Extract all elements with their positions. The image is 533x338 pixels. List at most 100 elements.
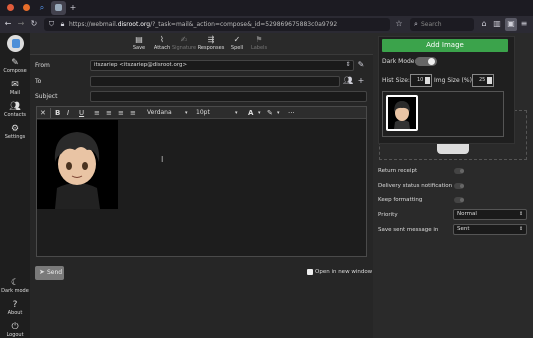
back-icon[interactable]: ← [3, 19, 13, 29]
priority-label: Priority [378, 212, 398, 218]
dark-mode-toggle[interactable] [415, 57, 437, 66]
labels-button[interactable]: ⚑ Labels [246, 35, 272, 51]
sidebar-item-settings[interactable]: ⚙ Settings [0, 124, 30, 140]
gear-icon: ⚙ [10, 124, 20, 134]
labels-label: Labels [250, 45, 268, 51]
align-center-icon[interactable]: ≡ [106, 107, 112, 119]
app-logo[interactable] [7, 35, 24, 52]
sidebar-item-contacts[interactable]: 👥︎ Contacts [0, 102, 30, 118]
sidebar-item-logout[interactable]: ⏻ Logout [0, 322, 30, 338]
priority-select[interactable]: Normal [453, 209, 527, 220]
spinner-icon[interactable] [425, 77, 430, 84]
disroot-favicon-icon [55, 4, 62, 11]
avatar-illustration [37, 120, 118, 209]
tab-favicon-icon [7, 4, 14, 11]
contacts-icon: 👥︎ [9, 102, 21, 112]
edit-identity-icon[interactable]: ✎ [356, 60, 366, 70]
chevron-down-icon: ▾ [235, 110, 238, 116]
bookmark-star-icon[interactable]: ☆ [394, 19, 404, 29]
sidebar-item-label: About [7, 310, 23, 316]
lock-icon[interactable]: 🔒︎ [58, 19, 67, 29]
to-input[interactable] [90, 76, 340, 87]
delivery-status-label: Delivery status notification [378, 183, 453, 189]
sidebar-item-mail[interactable]: ✉ Mail [0, 80, 30, 96]
close-editor-icon[interactable]: ✕ [40, 107, 46, 119]
new-tab-icon[interactable]: + [68, 3, 78, 13]
keep-formatting-label: Keep formatting [378, 197, 423, 203]
responses-icon: ⇶ [207, 35, 215, 44]
italic-icon[interactable]: I [67, 107, 69, 119]
chevron-down-icon: ▾ [277, 110, 280, 116]
shield-icon[interactable]: ⛉ [47, 19, 56, 29]
align-left-icon[interactable]: ≡ [94, 107, 100, 119]
text-color-icon[interactable]: A [248, 107, 253, 119]
pocket-icon[interactable]: ⌂ [479, 19, 489, 29]
save-label: Save [132, 45, 146, 51]
underline-icon[interactable]: U [79, 107, 84, 119]
subject-label: Subject [35, 93, 58, 100]
subject-input[interactable] [90, 91, 367, 102]
save-sent-select[interactable]: Sent [453, 224, 527, 235]
text-cursor-icon: I [161, 155, 164, 164]
more-icon[interactable]: ··· [288, 107, 295, 119]
browser-tab[interactable] [3, 1, 18, 15]
forward-icon[interactable]: → [16, 19, 26, 29]
url-text: https://webmail.disroot.org/?_task=mail&… [69, 21, 338, 28]
keep-formatting-toggle[interactable] [454, 197, 464, 203]
open-new-window-label: Open in new window [315, 269, 373, 275]
highlight-icon[interactable]: ✎ [267, 107, 273, 119]
spell-label: Spell [230, 45, 244, 51]
extension-icon: ▣ [507, 19, 515, 28]
chevron-down-icon: ▾ [185, 110, 188, 116]
browser-tab-active[interactable] [51, 1, 66, 15]
history-thumbnail[interactable] [386, 95, 418, 131]
extension-button[interactable]: ▣ [505, 18, 517, 31]
return-receipt-toggle[interactable] [454, 168, 464, 174]
envelope-icon: ✉ [11, 80, 19, 90]
hist-size-label: Hist Size: [382, 77, 410, 84]
responses-label: Responses [197, 45, 225, 51]
sidebar-item-compose[interactable]: ✎ Compose [0, 58, 30, 74]
pencil-icon: ✎ [11, 58, 19, 68]
power-icon: ⏻ [11, 322, 19, 332]
send-icon: ➤ [39, 268, 45, 276]
signature-button[interactable]: ✍ Signature [171, 35, 197, 51]
sidebar-item-label: Compose [3, 68, 27, 74]
signature-icon: ✍ [180, 35, 188, 44]
question-icon: ? [12, 300, 18, 310]
bold-icon[interactable]: B [55, 107, 60, 119]
sidebar-item-about[interactable]: ? About [0, 300, 30, 316]
inserted-image[interactable] [37, 120, 118, 209]
browser-tab[interactable]: ⌕ [35, 1, 50, 15]
to-label: To [35, 78, 42, 85]
toggle-knob [428, 58, 435, 65]
open-new-window-checkbox[interactable] [307, 269, 313, 275]
save-sent-label: Save sent message in [378, 227, 439, 233]
spinner-icon[interactable] [487, 77, 492, 84]
logo-icon [12, 39, 20, 48]
attach-label: Attach [153, 45, 171, 51]
search-icon: ⌕ [414, 20, 418, 28]
sidebar-item-label: Settings [4, 134, 26, 140]
select-arrows-icon: ⇕ [519, 226, 524, 232]
sidebar-toggle-icon[interactable]: ▥ [492, 19, 502, 29]
responses-button[interactable]: ⇶ Responses [197, 35, 225, 51]
chevron-down-icon: ▾ [258, 110, 261, 116]
thumbnail-avatar [388, 97, 416, 129]
from-label: From [35, 62, 50, 69]
menu-icon[interactable]: ≡ [519, 19, 529, 29]
sidebar-item-label: Contacts [3, 112, 27, 118]
address-book-icon[interactable]: 👥︎ [343, 76, 353, 86]
font-size-select[interactable]: 10pt [196, 107, 210, 119]
reload-icon[interactable]: ↻ [29, 19, 39, 29]
browser-tab[interactable] [19, 1, 34, 15]
sidebar-item-dark-mode[interactable]: ☾ Dark mode [0, 278, 30, 294]
sidebar-item-label: Dark mode [1, 288, 29, 294]
align-justify-icon[interactable]: ≡ [130, 107, 136, 119]
delivery-status-toggle[interactable] [454, 183, 464, 189]
add-image-button[interactable]: Add Image [382, 39, 508, 52]
sidebar-item-label: Mail [9, 90, 21, 96]
align-right-icon[interactable]: ≡ [118, 107, 124, 119]
font-family-select[interactable]: Verdana [147, 107, 172, 119]
add-header-icon[interactable]: + [356, 76, 366, 86]
